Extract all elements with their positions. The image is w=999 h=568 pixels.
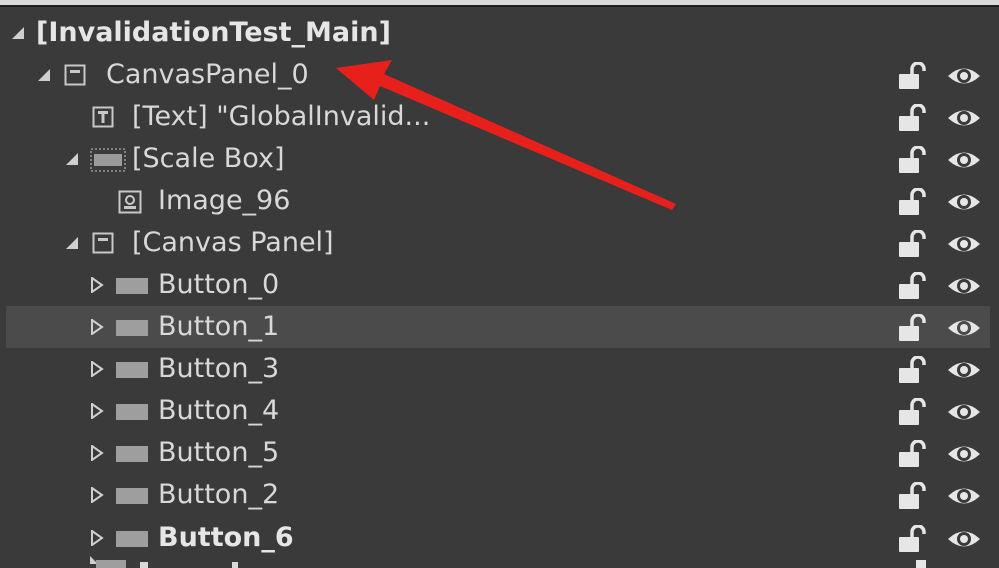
root-widget-label: [InvalidationTest_Main] [36,17,391,48]
unlocked-padlock-icon[interactable] [896,271,928,300]
tree-row-text[interactable]: [Text] "GlobalInvalid... [6,96,990,138]
top-border [0,0,999,7]
tree-row-canvaspanel-0[interactable]: CanvasPanel_0 [6,54,990,96]
tree-row-partial [6,552,990,568]
eye-icon[interactable] [946,483,982,509]
unlocked-padlock-icon[interactable] [896,397,928,426]
expand-arrow-icon[interactable] [10,12,26,54]
tree-item-label: [Canvas Panel] [132,227,334,258]
unlocked-padlock-icon[interactable] [896,524,928,553]
tree-item-label: CanvasPanel_0 [106,59,309,90]
tree-item-label: [Text] "GlobalInvalid... [132,101,431,132]
eye-icon[interactable] [946,231,982,257]
button-widget-icon [116,484,148,506]
tree-row-button-3[interactable]: Button_3 [6,348,990,390]
collapse-arrow-icon[interactable] [90,474,106,516]
button-widget-icon [116,527,148,549]
tree-row-root[interactable]: [InvalidationTest_Main] [6,12,990,54]
tree-item-label: Button_4 [158,395,280,426]
unlocked-padlock-icon[interactable] [896,355,928,384]
eye-icon[interactable] [946,105,982,131]
tree-item-label: Image_96 [158,185,291,216]
eye-icon[interactable] [946,147,982,173]
scale-box-icon [90,148,126,172]
eye-icon[interactable] [946,399,982,425]
image-widget-icon [118,190,142,214]
tree-item-label: Button_1 [158,311,280,342]
expand-arrow-icon[interactable] [64,138,80,180]
eye-icon[interactable] [946,189,982,215]
unlocked-padlock-icon[interactable] [896,145,928,174]
unlocked-padlock-icon[interactable] [896,313,928,342]
tree-row-scale-box[interactable]: [Scale Box] [6,138,990,180]
tree-row-button-0[interactable]: Button_0 [6,264,990,306]
tree-item-label: Button_2 [158,479,280,510]
tree-item-label: Button_3 [158,353,280,384]
eye-icon[interactable] [946,63,982,89]
canvas-panel-icon [92,232,114,254]
unlocked-padlock-icon[interactable] [896,187,928,216]
button-widget-icon [116,316,148,338]
collapse-arrow-icon[interactable] [90,432,106,474]
tree-row-button-5[interactable]: Button_5 [6,432,990,474]
button-widget-icon [116,358,148,380]
tree-item-label: Button_5 [158,437,280,468]
expand-arrow-icon[interactable] [36,54,52,96]
tree-item-label: Button_0 [158,269,280,300]
button-widget-icon [116,400,148,422]
tree-row-button-1[interactable]: Button_1 [6,306,990,348]
tree-item-label: [Scale Box] [132,143,285,174]
eye-icon[interactable] [946,273,982,299]
tree-row-button-2[interactable]: Button_2 [6,474,990,516]
unlocked-padlock-icon[interactable] [896,439,928,468]
eye-icon[interactable] [946,357,982,383]
tree-row-image-96[interactable]: Image_96 [6,180,990,222]
collapse-arrow-icon[interactable] [90,348,106,390]
eye-icon[interactable] [946,315,982,341]
unlocked-padlock-icon[interactable] [896,481,928,510]
tree-row-button-4[interactable]: Button_4 [6,390,990,432]
unlocked-padlock-icon[interactable] [896,229,928,258]
expand-arrow-icon[interactable] [64,222,80,264]
button-widget-icon [116,442,148,464]
text-widget-icon [92,106,114,128]
eye-icon[interactable] [946,526,982,552]
tree-row-canvas-panel[interactable]: [Canvas Panel] [6,222,990,264]
unlocked-padlock-icon[interactable] [896,103,928,132]
collapse-arrow-icon[interactable] [90,264,106,306]
unlocked-padlock-icon[interactable] [896,61,928,90]
collapse-arrow-icon[interactable] [90,390,106,432]
collapse-arrow-icon[interactable] [90,306,106,348]
canvas-panel-icon [64,64,86,86]
button-widget-icon [116,274,148,296]
eye-icon[interactable] [946,441,982,467]
